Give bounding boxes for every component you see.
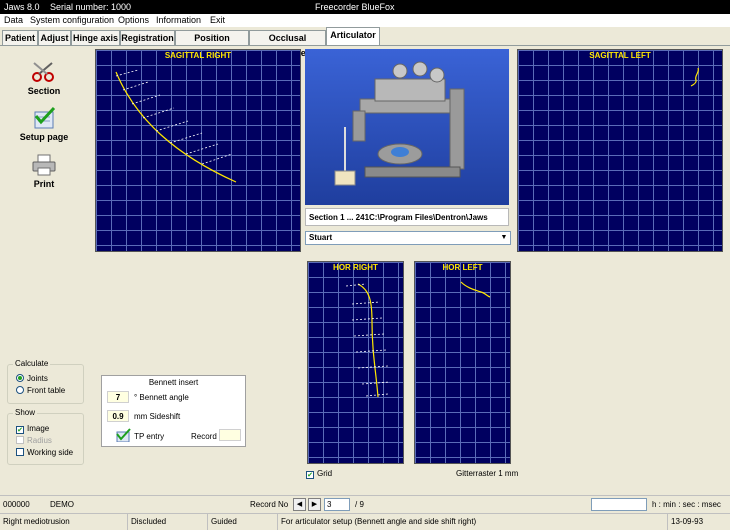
articulator-illustration xyxy=(334,61,465,186)
grid-checkbox[interactable]: ✔ Grid xyxy=(306,469,332,479)
hor-right-plot: HOR RIGHT xyxy=(307,261,404,464)
bennett-insert-title: Bennett insert xyxy=(148,378,199,387)
tp-entry-label: TP entry xyxy=(134,432,165,441)
radius-label: Radius xyxy=(27,436,52,445)
grid-label: Grid xyxy=(317,469,333,478)
checklist-icon xyxy=(116,428,131,443)
menu-bar: Data System configuration Options Inform… xyxy=(0,14,730,27)
tab-occlusal-distance[interactable]: Occlusal distance xyxy=(249,30,326,58)
arrow-left-icon: ◀ xyxy=(296,501,303,508)
joints-label: Joints xyxy=(27,374,48,383)
tab-patient[interactable]: Patient xyxy=(2,30,38,46)
working-side-label: Working side xyxy=(27,448,74,457)
next-record-button[interactable]: ▶ xyxy=(308,498,321,511)
checkbox-empty-icon xyxy=(16,448,24,456)
working-side-checkbox[interactable]: Working side xyxy=(16,448,73,457)
tab-articulator[interactable]: Articulator xyxy=(326,27,380,46)
hor-left-trace xyxy=(460,281,491,298)
scissors-icon xyxy=(32,62,54,82)
bennett-insert-panel: Bennett insert 7 ° Bennett angle 0.9 mm … xyxy=(101,375,246,447)
app-title: Jaws 8.0 xyxy=(4,2,40,12)
sagittal-left-plot: SAGITTAL LEFT xyxy=(517,49,723,252)
show-group: Show ✔ Image Radius Working side xyxy=(7,408,84,465)
status-movement: Right mediotrusion xyxy=(0,514,128,530)
radius-checkbox[interactable]: Radius xyxy=(16,436,52,445)
record-number-input[interactable]: 3 xyxy=(324,498,350,511)
articulator-select-value: Stuart xyxy=(309,233,333,242)
setup-page-button[interactable]: Setup page xyxy=(18,106,70,142)
articulator-image xyxy=(305,49,509,205)
image-checkbox[interactable]: ✔ Image xyxy=(16,424,49,434)
time-input[interactable] xyxy=(591,498,647,511)
sagittal-right-trace xyxy=(115,69,237,183)
chevron-down-icon[interactable]: ▼ xyxy=(499,233,509,243)
checkmark-icon: ✔ xyxy=(16,426,24,434)
sagittal-left-trace xyxy=(690,67,700,87)
arrow-right-icon: ▶ xyxy=(311,501,318,508)
status-guidance: Guided xyxy=(208,514,278,530)
bennett-angle-label: ° Bennett angle xyxy=(134,393,189,402)
setup-page-label: Setup page xyxy=(19,132,69,142)
hor-right-trace xyxy=(345,283,391,398)
status-occlusion: Discluded xyxy=(128,514,208,530)
tab-registration[interactable]: Registration xyxy=(120,30,175,46)
record-id: 000000 xyxy=(3,500,30,509)
tab-hinge-axis[interactable]: Hinge axis xyxy=(71,30,120,46)
record-total: / 9 xyxy=(355,500,364,509)
radio-selected-icon xyxy=(16,374,24,382)
tp-entry-button[interactable]: TP entry xyxy=(114,428,165,443)
grid-raster-label: Gitterraster 1 mm xyxy=(456,469,519,478)
tab-position-analysis[interactable]: Position analysis xyxy=(175,30,249,58)
show-label: Show xyxy=(13,408,38,417)
hor-left-plot: HOR LEFT xyxy=(414,261,511,464)
record-input[interactable] xyxy=(219,429,241,441)
calculate-label: Calculate xyxy=(13,359,51,368)
calculate-group: Calculate Joints Front table xyxy=(7,359,84,404)
title-bar: Jaws 8.0 Serial number: 1000 Freecorder … xyxy=(0,0,730,14)
print-button[interactable]: Print xyxy=(18,153,70,189)
status-bar: Right mediotrusion Discluded Guided For … xyxy=(0,513,730,530)
sideshift-input[interactable]: 0.9 xyxy=(107,410,129,422)
section-info: Section 1 ... 241C:\Program Files\Dentro… xyxy=(305,208,509,226)
menu-information[interactable]: Information xyxy=(156,14,201,27)
menu-exit[interactable]: Exit xyxy=(210,14,225,27)
joints-radio[interactable]: Joints xyxy=(16,374,48,383)
section-button[interactable]: Section xyxy=(18,60,70,96)
front-table-label: Front table xyxy=(27,386,66,395)
tab-adjust[interactable]: Adjust xyxy=(38,30,71,46)
section-label: Section xyxy=(27,86,61,96)
record-label: Record xyxy=(191,432,217,441)
product-name: Freecorder BlueFox xyxy=(315,2,395,12)
print-label: Print xyxy=(33,179,55,189)
menu-data[interactable]: Data xyxy=(4,14,23,27)
front-table-radio[interactable]: Front table xyxy=(16,386,65,395)
tab-strip: Patient Adjust Hinge axis Registration P… xyxy=(0,27,730,58)
sideshift-label: mm Sideshift xyxy=(134,412,181,421)
status-hint: For articulator setup (Bennett angle and… xyxy=(278,514,668,530)
radio-unselected-icon xyxy=(16,386,24,394)
menu-system-configuration[interactable]: System configuration xyxy=(30,14,114,27)
record-status-bar: 000000 DEMO Record No ◀ ▶ 3 / 9 h : min … xyxy=(0,495,730,512)
status-date: 13-09-93 xyxy=(671,517,704,526)
checkmark-icon: ✔ xyxy=(306,471,314,479)
mode-label: DEMO xyxy=(50,500,74,509)
checklist-icon xyxy=(34,106,56,129)
menu-options[interactable]: Options xyxy=(118,14,149,27)
checkbox-empty-icon xyxy=(16,436,24,444)
tab-content-border xyxy=(0,45,730,46)
printer-icon xyxy=(32,154,56,176)
previous-record-button[interactable]: ◀ xyxy=(293,498,306,511)
sagittal-right-plot: SAGITTAL RIGHT xyxy=(95,49,301,252)
bennett-angle-input[interactable]: 7 xyxy=(107,391,129,403)
time-format-label: h : min : sec : msec xyxy=(652,500,721,509)
record-no-label: Record No xyxy=(250,500,289,509)
serial-number: Serial number: 1000 xyxy=(50,2,132,12)
articulator-select[interactable]: Stuart ▼ xyxy=(305,231,511,245)
image-label: Image xyxy=(27,424,50,433)
